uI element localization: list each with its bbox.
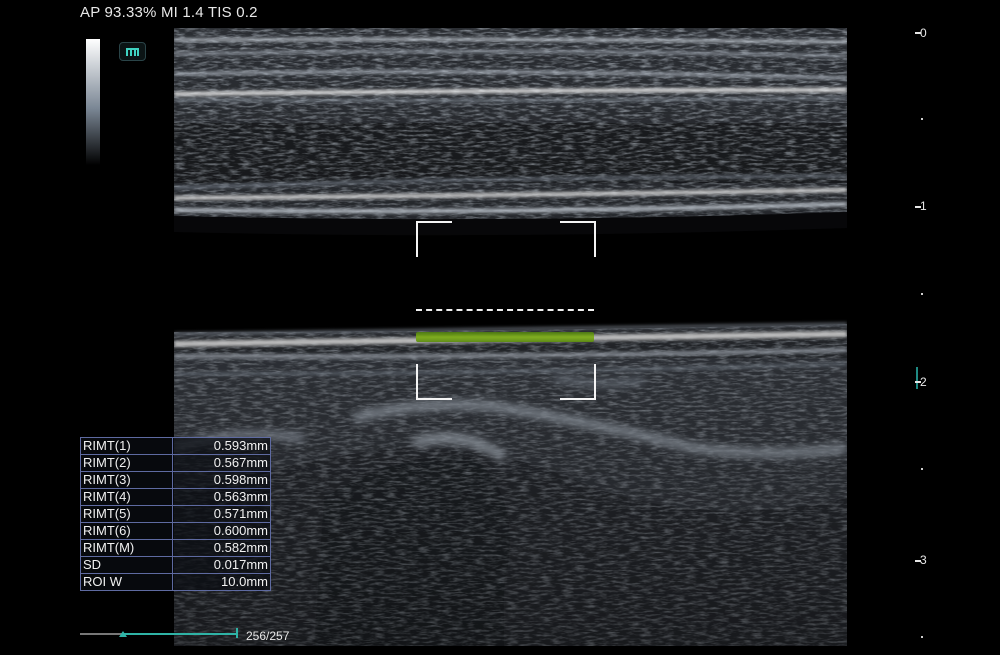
depth-label: 3 bbox=[920, 553, 927, 567]
roi-corner-top-left[interactable] bbox=[416, 221, 452, 257]
table-row: SD 0.017mm bbox=[80, 556, 271, 574]
frame-counter: 256/257 bbox=[246, 629, 290, 643]
result-label: RIMT(3) bbox=[80, 471, 173, 489]
result-label: RIMT(5) bbox=[80, 505, 173, 523]
imt-results-table: RIMT(1) 0.593mm RIMT(2) 0.567mm RIMT(3) … bbox=[80, 437, 271, 591]
result-label: RIMT(2) bbox=[80, 454, 173, 472]
result-value: 0.571mm bbox=[172, 505, 271, 523]
m-glyph-icon bbox=[125, 48, 139, 56]
roi-corner-bottom-right[interactable] bbox=[560, 364, 596, 400]
vendor-logo-icon bbox=[119, 42, 146, 61]
depth-minor-tick bbox=[921, 468, 923, 470]
table-row: RIMT(5) 0.571mm bbox=[80, 505, 271, 523]
acoustic-output-readout: AP 93.33% MI 1.4 TIS 0.2 bbox=[80, 4, 258, 21]
result-value: 0.598mm bbox=[172, 471, 271, 489]
cine-playhead-handle[interactable] bbox=[236, 628, 238, 638]
result-label: RIMT(1) bbox=[80, 437, 173, 455]
table-row: RIMT(1) 0.593mm bbox=[80, 437, 271, 455]
result-value: 10.0mm bbox=[172, 573, 271, 591]
cine-loop-bar[interactable]: 256/257 bbox=[80, 625, 290, 645]
result-label: RIMT(M) bbox=[80, 539, 173, 557]
cine-start-marker-icon[interactable] bbox=[119, 631, 127, 637]
result-value: 0.582mm bbox=[172, 539, 271, 557]
result-label: ROI W bbox=[80, 573, 173, 591]
grayscale-map-bar bbox=[86, 39, 100, 165]
ultrasound-screen: AP 93.33% MI 1.4 TIS 0.2 0 1 2 3 RIMT(1)… bbox=[0, 0, 1000, 655]
table-row: ROI W 10.0mm bbox=[80, 573, 271, 591]
result-value: 0.567mm bbox=[172, 454, 271, 472]
roi-corner-bottom-left[interactable] bbox=[416, 364, 452, 400]
roi-corner-top-right[interactable] bbox=[560, 221, 596, 257]
depth-scale: 0 1 2 3 bbox=[905, 22, 945, 642]
depth-minor-tick bbox=[921, 636, 923, 638]
result-value: 0.563mm bbox=[172, 488, 271, 506]
result-value: 0.017mm bbox=[172, 556, 271, 574]
depth-minor-tick bbox=[921, 293, 923, 295]
imt-trace-overlay bbox=[416, 332, 594, 342]
result-label: RIMT(4) bbox=[80, 488, 173, 506]
depth-minor-tick bbox=[921, 118, 923, 120]
depth-label: 1 bbox=[920, 199, 927, 213]
result-value: 0.593mm bbox=[172, 437, 271, 455]
table-row: RIMT(3) 0.598mm bbox=[80, 471, 271, 489]
result-label: RIMT(6) bbox=[80, 522, 173, 540]
result-label: SD bbox=[80, 556, 173, 574]
cine-range bbox=[122, 633, 238, 635]
focus-position-marker[interactable] bbox=[916, 367, 918, 389]
depth-label: 0 bbox=[920, 26, 927, 40]
table-row: RIMT(2) 0.567mm bbox=[80, 454, 271, 472]
lumen-reference-line bbox=[416, 309, 594, 311]
result-value: 0.600mm bbox=[172, 522, 271, 540]
depth-label: 2 bbox=[920, 375, 927, 389]
table-row: RIMT(6) 0.600mm bbox=[80, 522, 271, 540]
table-row: RIMT(M) 0.582mm bbox=[80, 539, 271, 557]
table-row: RIMT(4) 0.563mm bbox=[80, 488, 271, 506]
